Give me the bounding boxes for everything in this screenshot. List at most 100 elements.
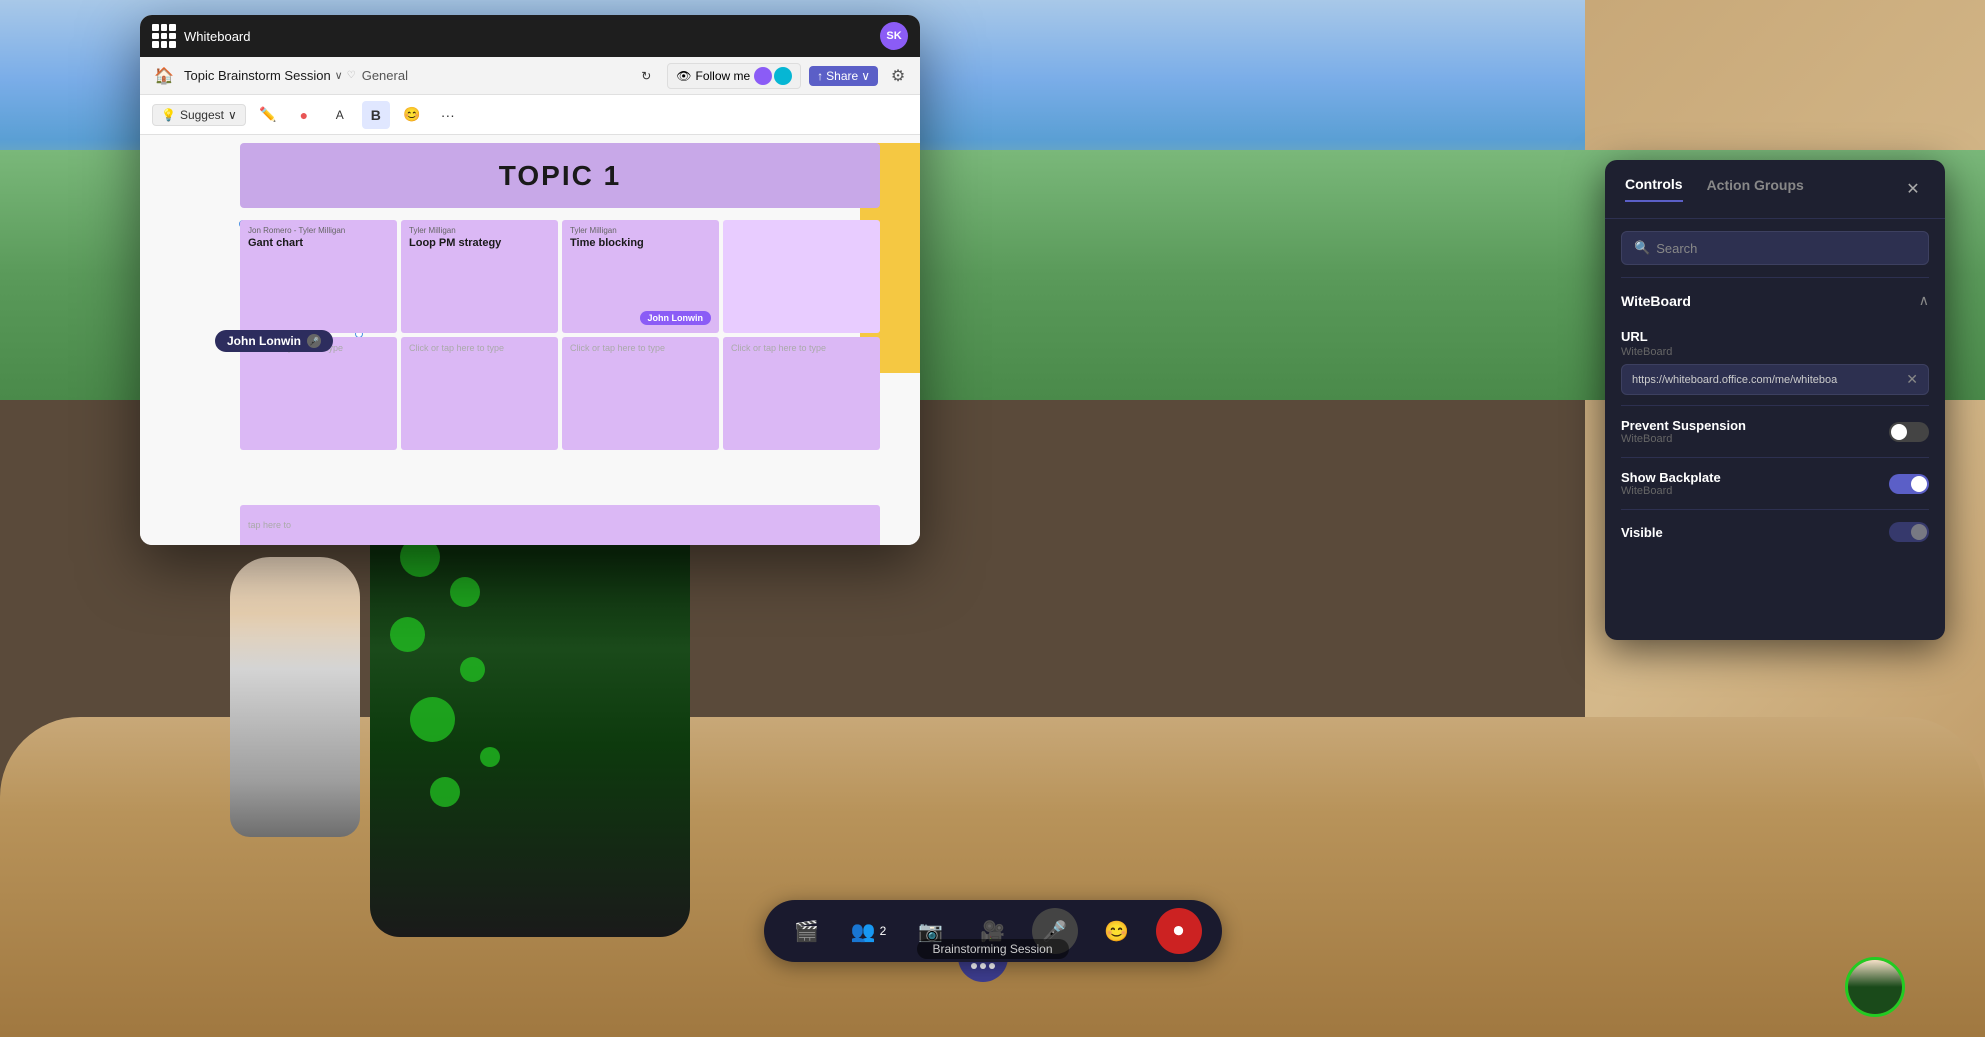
bold-tool-button[interactable]: B [362, 101, 390, 129]
section-header: WiteBoard ∧ [1621, 277, 1929, 319]
camera-button[interactable]: 🎬 [784, 908, 830, 954]
home-button[interactable]: 🏠 [150, 62, 178, 90]
user-label: John Lonwin 🎤 [215, 330, 333, 352]
circle-tool-button[interactable]: ● [290, 101, 318, 129]
user-label-text: John Lonwin [227, 334, 301, 348]
prevent-suspension-label: Prevent Suspension [1621, 418, 1746, 433]
share-icon: ↑ [817, 69, 823, 83]
panel-section-whiteboard: WiteBoard ∧ URL WiteBoard https://whiteb… [1605, 277, 1945, 554]
show-backplate-sub: WiteBoard [1621, 485, 1721, 497]
panel-close-button[interactable]: ✕ [1901, 177, 1925, 201]
show-backplate-toggle[interactable] [1889, 474, 1929, 494]
notes-grid: Jon Romero - Tyler Milligan Gant chart T… [240, 220, 880, 450]
search-icon: 🔍 [1634, 240, 1650, 256]
avatar-secondary [230, 557, 360, 837]
suggest-label: Suggest [180, 108, 224, 122]
window-nav-toolbar: 🏠 Topic Brainstorm Session ∨ ♡ General ↻… [140, 57, 920, 95]
suggest-icon: 💡 [161, 108, 176, 122]
section-collapse-icon[interactable]: ∧ [1919, 292, 1929, 309]
url-sublabel: WiteBoard [1621, 346, 1929, 358]
share-chevron-icon: ∨ [861, 69, 870, 83]
follow-me-icon: 👁 [676, 69, 691, 83]
controls-panel: Controls Action Groups ✕ 🔍 Search WiteBo… [1605, 160, 1945, 640]
window-titlebar: Whiteboard SK [140, 15, 920, 57]
visible-toggle[interactable] [1889, 522, 1929, 542]
note-time-blocking[interactable]: Tyler Milligan Time blocking John Lonwin [562, 220, 719, 333]
refresh-button[interactable]: ↻ [633, 65, 659, 87]
prevent-suspension-sub: WiteBoard [1621, 433, 1746, 445]
tab-controls[interactable]: Controls [1625, 176, 1683, 202]
prevent-suspension-toggle[interactable] [1889, 422, 1929, 442]
prevent-suspension-row: Prevent Suspension WiteBoard [1621, 406, 1929, 458]
settings-button[interactable]: ⚙ [886, 64, 910, 88]
record-button[interactable]: ⏺ [1156, 908, 1202, 954]
search-placeholder: Search [1656, 241, 1697, 256]
emoji-reaction-button[interactable]: 😊 [1094, 908, 1140, 954]
panel-header: Controls Action Groups ✕ [1605, 160, 1945, 219]
follow-me-button[interactable]: 👁 Follow me [667, 63, 801, 89]
note-title-2: Loop PM strategy [409, 237, 550, 249]
show-backplate-label: Show Backplate [1621, 470, 1721, 485]
visible-label: Visible [1621, 525, 1663, 540]
note-ph-3: Click or tap here to type [570, 343, 711, 353]
session-label: Brainstorming Session [916, 939, 1068, 959]
breadcrumb-chevron-icon: ∨ [335, 69, 343, 82]
heart-icon: ♡ [347, 70, 356, 81]
drawing-toolbar: 💡 Suggest ∨ ✏️ ● A B 😊 ··· [140, 95, 920, 135]
topic-title: TOPIC 1 [499, 160, 621, 192]
whiteboard-window: Whiteboard SK 🏠 Topic Brainstorm Session… [140, 15, 920, 545]
emoji-tool-button[interactable]: 😊 [398, 101, 426, 129]
partial-note-row: tap here to [240, 505, 880, 545]
note-placeholder-1[interactable]: Click or tap here to type [240, 337, 397, 450]
people-button[interactable]: 👥 2 [846, 908, 892, 954]
pen-tool-button[interactable]: ✏️ [254, 101, 282, 129]
breadcrumb: Topic Brainstorm Session ∨ ♡ General [184, 68, 408, 83]
mic-off-icon: 🎤 [307, 334, 321, 348]
note-gant-chart[interactable]: Jon Romero - Tyler Milligan Gant chart [240, 220, 397, 333]
toggle-knob-prevent [1891, 424, 1907, 440]
breadcrumb-channel: General [362, 68, 408, 83]
avatar-inner [1848, 960, 1902, 1014]
text-tool-button[interactable]: A [326, 101, 354, 129]
note-author-1: Jon Romero - Tyler Milligan [248, 226, 389, 235]
url-input-row[interactable]: https://whiteboard.office.com/me/whitebo… [1621, 364, 1929, 395]
section-title: WiteBoard [1621, 293, 1691, 309]
note-author-3: Tyler Milligan [570, 226, 711, 235]
url-clear-button[interactable]: ✕ [1906, 371, 1918, 388]
tab-action-groups[interactable]: Action Groups [1707, 177, 1804, 201]
visible-row: Visible [1621, 510, 1929, 554]
url-label: URL [1621, 329, 1929, 344]
note-empty-1[interactable] [723, 220, 880, 333]
share-button[interactable]: ↑ Share ∨ [809, 66, 878, 86]
prevent-suspension-info: Prevent Suspension WiteBoard [1621, 418, 1746, 445]
suggest-chevron-icon: ∨ [228, 108, 237, 122]
window-title: Whiteboard [184, 29, 250, 44]
toggle-knob-visible [1911, 524, 1927, 540]
panel-search-bar[interactable]: 🔍 Search [1621, 231, 1929, 265]
note-title-3: Time blocking [570, 237, 711, 249]
people-icon: 👥 [851, 919, 876, 944]
note-loop-strategy[interactable]: Tyler Milligan Loop PM strategy [401, 220, 558, 333]
show-backplate-row: Show Backplate WiteBoard [1621, 458, 1929, 510]
share-label: Share [826, 69, 858, 83]
note-title-1: Gant chart [248, 237, 389, 249]
cursor-label-in-note: John Lonwin [640, 311, 712, 325]
follow-me-label: Follow me [695, 69, 750, 83]
note-placeholder-3[interactable]: Click or tap here to type [562, 337, 719, 450]
taskbar-user-avatar[interactable] [1845, 957, 1905, 1017]
note-ph-2: Click or tap here to type [409, 343, 550, 353]
note-ph-4: Click or tap here to type [731, 343, 872, 353]
url-control: URL WiteBoard https://whiteboard.office.… [1621, 319, 1929, 406]
more-tools-button[interactable]: ··· [434, 101, 462, 129]
apps-grid-icon[interactable] [152, 24, 176, 48]
suggest-button[interactable]: 💡 Suggest ∨ [152, 104, 246, 126]
partial-note-text: tap here to [248, 520, 291, 530]
note-placeholder-2[interactable]: Click or tap here to type [401, 337, 558, 450]
note-placeholder-4[interactable]: Click or tap here to type [723, 337, 880, 450]
toggle-knob-backplate [1911, 476, 1927, 492]
show-backplate-info: Show Backplate WiteBoard [1621, 470, 1721, 497]
breadcrumb-session-name: Topic Brainstorm Session [184, 68, 331, 83]
people-count: 2 [880, 924, 887, 938]
window-avatar-badge: SK [880, 22, 908, 50]
user-avatars [754, 67, 792, 85]
